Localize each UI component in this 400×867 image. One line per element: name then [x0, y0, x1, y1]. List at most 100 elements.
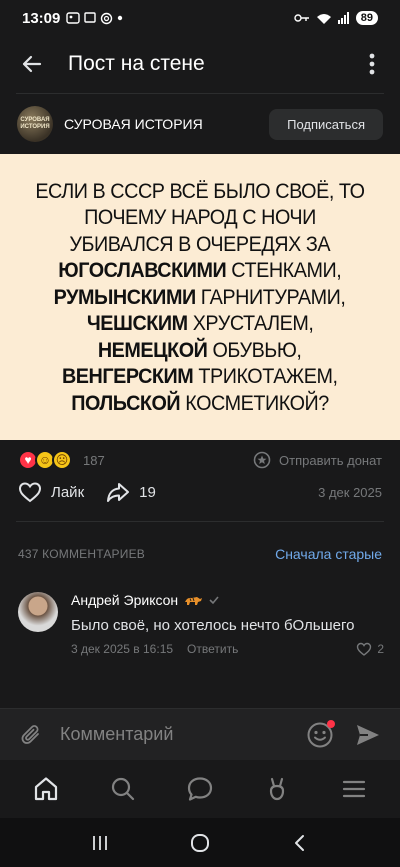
- comment-like-button[interactable]: 2: [356, 642, 384, 656]
- battery-indicator: 89: [355, 11, 378, 25]
- back-button[interactable]: [16, 48, 48, 80]
- post-text-line: ЕСЛИ В СССР ВСЁ БЫЛО СВОЁ, ТО: [35, 178, 365, 203]
- post-text-line: ПОЛЬСКОЙ КОСМЕТИКОЙ?: [71, 390, 329, 417]
- status-bar: 13:09 89: [0, 0, 400, 36]
- send-icon: [357, 724, 379, 745]
- post-text-regular: КОСМЕТИКОЙ?: [180, 390, 329, 415]
- gallery-icon: [66, 12, 81, 24]
- post-author-row: СУРОВАЯ ИСТОРИЯ СУРОВАЯ ИСТОРИЯ Подписат…: [0, 104, 400, 144]
- comment-item: Андрей Эриксон Было своё, но хотелось не…: [18, 592, 384, 656]
- nav-menu[interactable]: [334, 769, 374, 809]
- comments-header: 437 КОММЕНТАРИЕВ Сначала старые: [0, 543, 400, 565]
- post-text-regular: СТЕНКАМИ,: [226, 258, 342, 283]
- sad-reaction-icon: ☹: [52, 450, 72, 470]
- comment-likes-count: 2: [377, 642, 384, 656]
- post-text-regular: ГАРНИТУРАМИ,: [196, 284, 346, 309]
- post-text-line: ЮГОСЛАВСКИМИ СТЕНКАМИ,: [59, 257, 342, 284]
- post-text-regular: ТРИКОТАЖЕМ,: [193, 364, 339, 389]
- more-options-button[interactable]: [360, 48, 384, 80]
- post-text-bold: РУМЫНСКИМИ: [54, 284, 197, 309]
- nav-messages[interactable]: [180, 769, 220, 809]
- comment-meta: 3 дек 2025 в 16:15 Ответить 2: [71, 642, 384, 656]
- post-text-line: РУМЫНСКИМИ ГАРНИТУРАМИ,: [54, 284, 346, 311]
- comments-count: 437 КОММЕНТАРИЕВ: [18, 547, 145, 561]
- group-name[interactable]: СУРОВАЯ ИСТОРИЯ: [64, 116, 203, 132]
- post-text-line: УБИВАЛСЯ В ОЧЕРЕДЯХ ЗА: [69, 231, 331, 256]
- heart-icon: [18, 482, 42, 503]
- reaction-emojis[interactable]: ♥ ☺ ☹: [18, 450, 72, 470]
- avatar-logo-text: СУРОВАЯ ИСТОРИЯ: [20, 117, 50, 130]
- reactions-row: ♥ ☺ ☹ 187 Отправить донат: [0, 448, 400, 472]
- arrow-left-icon: [22, 55, 42, 73]
- donate-coin-icon: [253, 451, 271, 469]
- heart-outline-icon: [357, 642, 372, 656]
- post-text-regular: ХРУСТАЛЕМ,: [187, 311, 314, 336]
- comment-author-name: Андрей Эриксон: [71, 592, 179, 608]
- recent-apps-icon: [93, 835, 107, 850]
- tiger-emoji-icon: [185, 597, 203, 605]
- chevron-left-icon: [295, 834, 304, 851]
- comment-input[interactable]: [60, 724, 306, 745]
- like-button[interactable]: Лайк: [18, 481, 84, 503]
- divider: [16, 521, 384, 522]
- home-icon: [35, 777, 58, 801]
- reactions-count[interactable]: 187: [83, 453, 105, 468]
- attach-button[interactable]: [18, 722, 44, 748]
- bottom-navigation: [0, 760, 400, 818]
- comment-author[interactable]: Андрей Эриксон: [71, 592, 384, 608]
- sticker-button[interactable]: [306, 719, 335, 749]
- post-text-line: НЕМЕЦКОЙ ОБУВЬЮ,: [98, 337, 302, 364]
- share-arrow-icon: [107, 483, 130, 502]
- sort-comments-button[interactable]: Сначала старые: [275, 546, 382, 562]
- key-icon: [294, 14, 309, 22]
- comment-author-avatar[interactable]: [18, 592, 58, 632]
- post-actions-row: Лайк 19 3 дек 2025: [0, 477, 400, 507]
- signal-icon: [337, 12, 349, 24]
- nav-home[interactable]: [26, 769, 66, 809]
- post-text-line: ВЕНГЕРСКИМ ТРИКОТАЖЕМ,: [62, 363, 338, 390]
- comment-time: 3 дек 2025 в 16:15: [71, 642, 174, 656]
- share-count: 19: [139, 483, 156, 501]
- new-stickers-dot: [327, 719, 335, 728]
- group-avatar[interactable]: СУРОВАЯ ИСТОРИЯ: [17, 106, 53, 142]
- post-text-bold: ЧЕШСКИМ: [86, 311, 188, 336]
- status-notification-icons: [66, 12, 123, 25]
- nav-search[interactable]: [103, 769, 143, 809]
- system-navigation-bar: [0, 818, 400, 867]
- post-image[interactable]: ЕСЛИ В СССР ВСЁ БЫЛО СВОЁ, ТО ПОЧЕМУ НАР…: [0, 154, 400, 440]
- status-right: 89: [294, 11, 378, 25]
- post-text-bold: ВЕНГЕРСКИМ: [62, 364, 194, 389]
- share-button[interactable]: 19: [106, 481, 156, 503]
- dot-icon: [118, 15, 123, 21]
- search-icon: [112, 777, 135, 801]
- post-date: 3 дек 2025: [318, 484, 382, 500]
- message-icon: [84, 12, 97, 23]
- nav-clips[interactable]: [257, 769, 297, 809]
- subscribe-button[interactable]: Подписаться: [269, 108, 383, 140]
- wifi-icon: [316, 13, 331, 24]
- verified-check-icon: [209, 596, 219, 605]
- chat-bubble-icon: [187, 777, 213, 801]
- recent-apps-button[interactable]: [80, 823, 120, 863]
- reply-button[interactable]: Ответить: [187, 642, 238, 656]
- more-vertical-icon: [369, 53, 375, 75]
- home-system-button[interactable]: [180, 823, 220, 863]
- home-circle-icon: [191, 833, 209, 852]
- at-icon: [101, 12, 113, 24]
- divider: [16, 93, 384, 94]
- post-text-bold: ПОЛЬСКОЙ: [71, 390, 181, 415]
- page-title: Пост на стене: [68, 52, 205, 75]
- post-text-regular: ОБУВЬЮ,: [207, 337, 302, 362]
- comment-input-bar: [0, 708, 400, 760]
- hamburger-menu-icon: [342, 780, 365, 798]
- like-label: Лайк: [51, 483, 85, 501]
- post-text-line: ЧЕШСКИМ ХРУСТАЛЕМ,: [87, 310, 314, 337]
- donate-label: Отправить донат: [279, 452, 382, 468]
- status-time: 13:09: [22, 9, 61, 27]
- donate-button[interactable]: Отправить донат: [253, 451, 382, 469]
- comment-text: Было своё, но хотелось нечто бОльшего: [71, 617, 355, 634]
- send-button[interactable]: [354, 721, 382, 749]
- back-system-button[interactable]: [280, 823, 320, 863]
- clips-icon: [269, 777, 284, 801]
- post-text-line: ПОЧЕМУ НАРОД С НОЧИ: [84, 205, 316, 230]
